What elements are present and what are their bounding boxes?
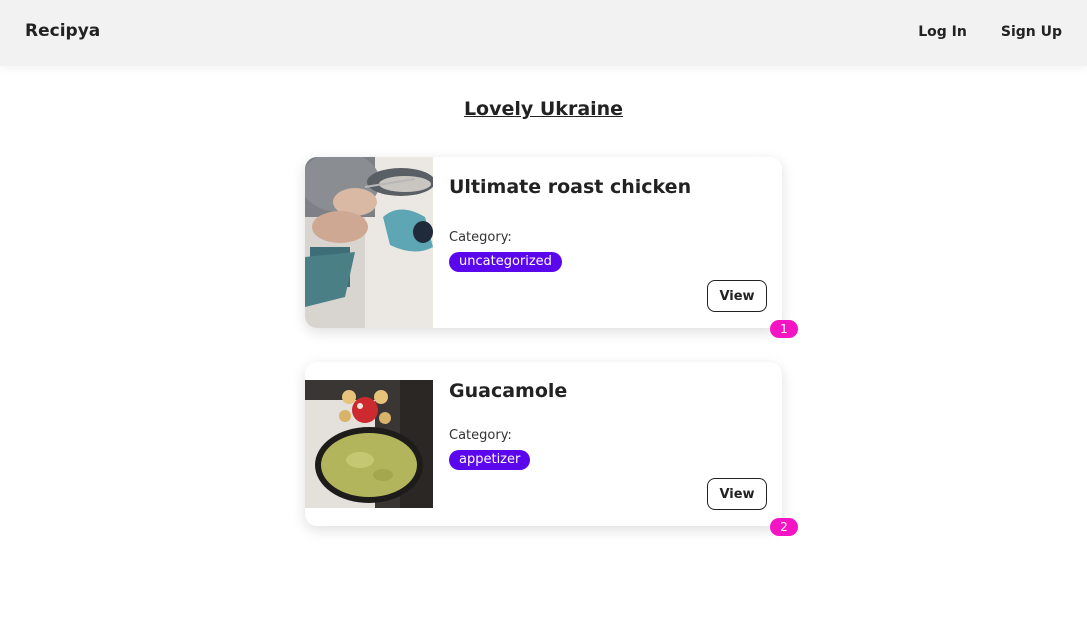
- category-label: Category:: [449, 428, 512, 443]
- index-badge: 2: [770, 518, 798, 536]
- view-button[interactable]: View: [707, 280, 767, 312]
- login-link[interactable]: Log In: [918, 24, 967, 40]
- category-badge: uncategorized: [449, 252, 562, 272]
- brand-logo-link[interactable]: Recipya: [25, 21, 100, 41]
- navbar: Recipya Log In Sign Up: [0, 0, 1087, 66]
- recipe-title: Guacamole: [449, 380, 568, 402]
- recipe-image: [305, 380, 433, 508]
- recipe-title: Ultimate roast chicken: [449, 176, 692, 198]
- page-title: Lovely Ukraine: [463, 98, 624, 120]
- recipe-card: Guacamole Category: appetizer View 2: [305, 362, 798, 536]
- index-badge: 1: [770, 320, 798, 338]
- view-button[interactable]: View: [707, 478, 767, 510]
- recipe-image: [305, 157, 433, 328]
- nav-links: Log In Sign Up: [918, 24, 1062, 40]
- recipe-card: Ultimate roast chicken Category: uncateg…: [305, 157, 798, 338]
- category-label: Category:: [449, 230, 512, 245]
- category-badge: appetizer: [449, 450, 531, 470]
- signup-link[interactable]: Sign Up: [1001, 24, 1062, 40]
